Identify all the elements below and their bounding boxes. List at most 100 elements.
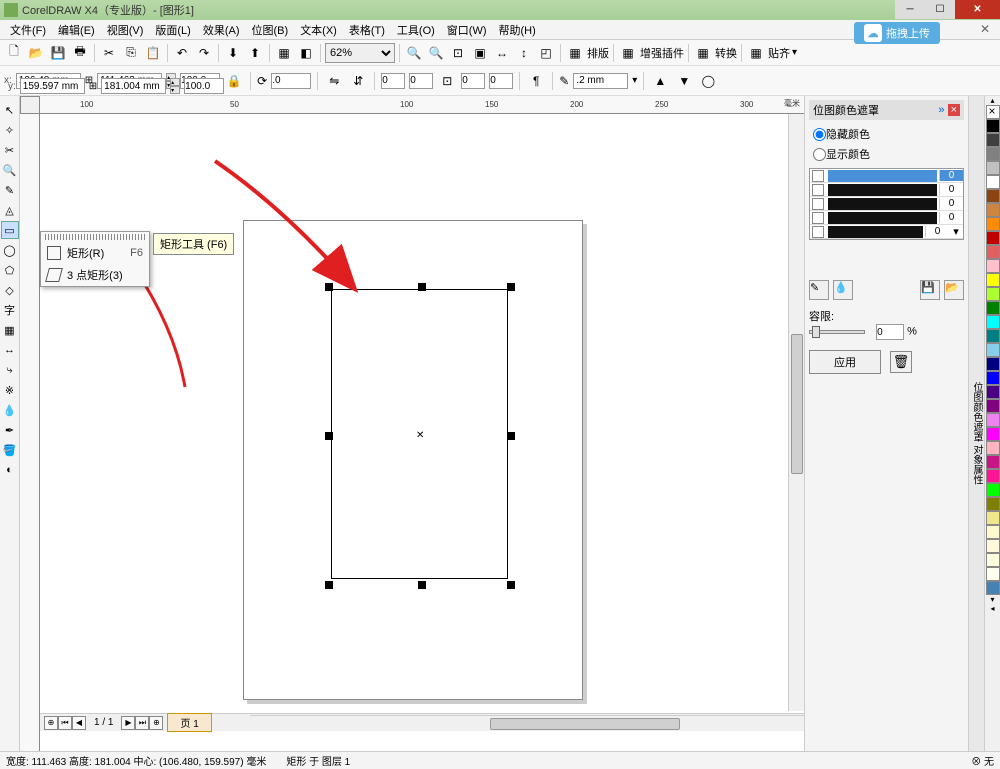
mirror-h-button[interactable]: ⇋ xyxy=(324,71,344,91)
zoom-select[interactable]: 62% xyxy=(325,43,395,63)
undo-button[interactable]: ↶ xyxy=(172,43,192,63)
palette-color-25[interactable] xyxy=(986,469,1000,483)
zoom-selection-button[interactable]: ◰ xyxy=(536,43,556,63)
hide-colors-radio[interactable] xyxy=(813,128,826,141)
save-button[interactable]: 💾 xyxy=(48,43,68,63)
convert-curves-button[interactable]: ◯ xyxy=(698,71,718,91)
handle-center[interactable]: ✕ xyxy=(416,430,424,441)
y-input[interactable] xyxy=(20,78,85,94)
smart-fill-tool[interactable]: ◬ xyxy=(1,201,19,219)
close-button[interactable]: ✕ xyxy=(955,0,1000,19)
cut-button[interactable]: ✂ xyxy=(99,43,119,63)
slider-thumb[interactable] xyxy=(812,326,820,338)
open-mask-button[interactable]: 📂 xyxy=(944,280,964,300)
handle-tr[interactable] xyxy=(507,283,515,291)
palette-color-9[interactable] xyxy=(986,245,1000,259)
paste-button[interactable]: 📋 xyxy=(143,43,163,63)
handle-ml[interactable] xyxy=(325,432,333,440)
basic-shapes-tool[interactable]: ◇ xyxy=(1,281,19,299)
apply-button[interactable]: 应用 xyxy=(809,350,881,374)
palette-color-13[interactable] xyxy=(986,301,1000,315)
enhance-icon[interactable]: ▦ xyxy=(618,43,638,63)
print-button[interactable]: 🖶 xyxy=(70,43,90,63)
palette-color-29[interactable] xyxy=(986,525,1000,539)
palette-color-5[interactable] xyxy=(986,189,1000,203)
maximize-button[interactable]: ☐ xyxy=(925,0,955,19)
palette-color-30[interactable] xyxy=(986,539,1000,553)
menu-edit[interactable]: 编辑(E) xyxy=(52,20,101,40)
menu-tools[interactable]: 工具(O) xyxy=(391,20,441,40)
page-first-button[interactable]: ⏮ xyxy=(58,716,72,730)
canvas[interactable]: ✕ ⊕ ⏮ ◀ 1 / 1 ▶ ⏭ ⊕ xyxy=(40,114,804,731)
handle-br[interactable] xyxy=(507,581,515,589)
eyedropper-tool[interactable]: 💧 xyxy=(1,401,19,419)
palette-color-8[interactable] xyxy=(986,231,1000,245)
eyedropper-button[interactable]: 💧 xyxy=(833,280,853,300)
mirror-v-button[interactable]: ⇵ xyxy=(348,71,368,91)
palette-color-3[interactable] xyxy=(986,161,1000,175)
color-row-4[interactable]: 0▾ xyxy=(810,225,963,239)
rotate-input[interactable] xyxy=(271,73,311,89)
open-button[interactable]: 📂 xyxy=(26,43,46,63)
menu-text[interactable]: 文本(X) xyxy=(294,20,343,40)
copy-button[interactable]: ⎘ xyxy=(121,43,141,63)
palette-color-33[interactable] xyxy=(986,581,1000,595)
crop-tool[interactable]: ✂ xyxy=(1,141,19,159)
palette-color-16[interactable] xyxy=(986,343,1000,357)
upload-button[interactable]: ☁ 拖拽上传 xyxy=(854,22,940,44)
rectangle-tool[interactable]: ▭ xyxy=(1,221,19,239)
app-launcher-button[interactable]: ▦ xyxy=(274,43,294,63)
palette-color-24[interactable] xyxy=(986,455,1000,469)
horizontal-ruler[interactable]: 100 50 100 150 200 250 300 350 毫米 xyxy=(40,96,804,114)
tolerance-input[interactable] xyxy=(876,324,904,340)
corner-lock-button[interactable]: ⊡ xyxy=(437,71,457,91)
vscroll-thumb[interactable] xyxy=(791,334,803,474)
height-input[interactable] xyxy=(101,78,166,94)
export-button[interactable]: ⬆ xyxy=(245,43,265,63)
polygon-tool[interactable]: ⬠ xyxy=(1,261,19,279)
edit-color-button[interactable]: ✎ xyxy=(809,280,829,300)
page-tab-1[interactable]: 页 1 xyxy=(167,713,211,732)
palette-color-20[interactable] xyxy=(986,399,1000,413)
palette-color-18[interactable] xyxy=(986,371,1000,385)
outline-tool[interactable]: ✒ xyxy=(1,421,19,439)
palette-color-0[interactable] xyxy=(986,119,1000,133)
palette-color-7[interactable] xyxy=(986,217,1000,231)
freehand-tool[interactable]: ✎ xyxy=(1,181,19,199)
ellipse-tool[interactable]: ◯ xyxy=(1,241,19,259)
docker-tab-strip[interactable]: 位图颜色遮罩 对象属性 xyxy=(968,96,984,751)
table-tool[interactable]: ▦ xyxy=(1,321,19,339)
zoom-height-button[interactable]: ↕ xyxy=(514,43,534,63)
dimension-tool[interactable]: ↔ xyxy=(1,341,19,359)
palette-color-27[interactable] xyxy=(986,497,1000,511)
palette-color-17[interactable] xyxy=(986,357,1000,371)
ruler-origin[interactable] xyxy=(20,96,40,114)
palette-color-31[interactable] xyxy=(986,553,1000,567)
menu-file[interactable]: 文件(F) xyxy=(4,20,52,40)
scale-y-input[interactable] xyxy=(184,78,224,94)
palette-color-11[interactable] xyxy=(986,273,1000,287)
page-last-button[interactable]: ⏭ xyxy=(135,716,149,730)
zoom-fit-button[interactable]: ⊡ xyxy=(448,43,468,63)
import-button[interactable]: ⬇ xyxy=(223,43,243,63)
color-checkbox[interactable] xyxy=(812,170,824,182)
corner-br-input[interactable] xyxy=(489,73,513,89)
color-row-3[interactable]: 0 xyxy=(810,211,963,225)
interactive-fill-tool[interactable]: ◐ xyxy=(1,461,19,479)
color-row-0[interactable]: 0 xyxy=(810,169,963,183)
color-row-1[interactable]: 0 xyxy=(810,183,963,197)
delete-mask-button[interactable]: 🗑 xyxy=(890,351,912,373)
menu-window[interactable]: 窗口(W) xyxy=(441,20,493,40)
palette-color-21[interactable] xyxy=(986,413,1000,427)
wrap-text-button[interactable]: ¶ xyxy=(526,71,546,91)
handle-tl[interactable] xyxy=(325,283,333,291)
save-mask-button[interactable]: 💾 xyxy=(920,280,940,300)
fill-tool[interactable]: 🪣 xyxy=(1,441,19,459)
palette-color-28[interactable] xyxy=(986,511,1000,525)
text-tool[interactable]: 字 xyxy=(1,301,19,319)
vertical-ruler[interactable] xyxy=(20,114,40,751)
handle-bc[interactable] xyxy=(418,581,426,589)
welcome-button[interactable]: ◧ xyxy=(296,43,316,63)
corner-tl-input[interactable] xyxy=(381,73,405,89)
docker-close-button[interactable]: × xyxy=(948,104,960,116)
